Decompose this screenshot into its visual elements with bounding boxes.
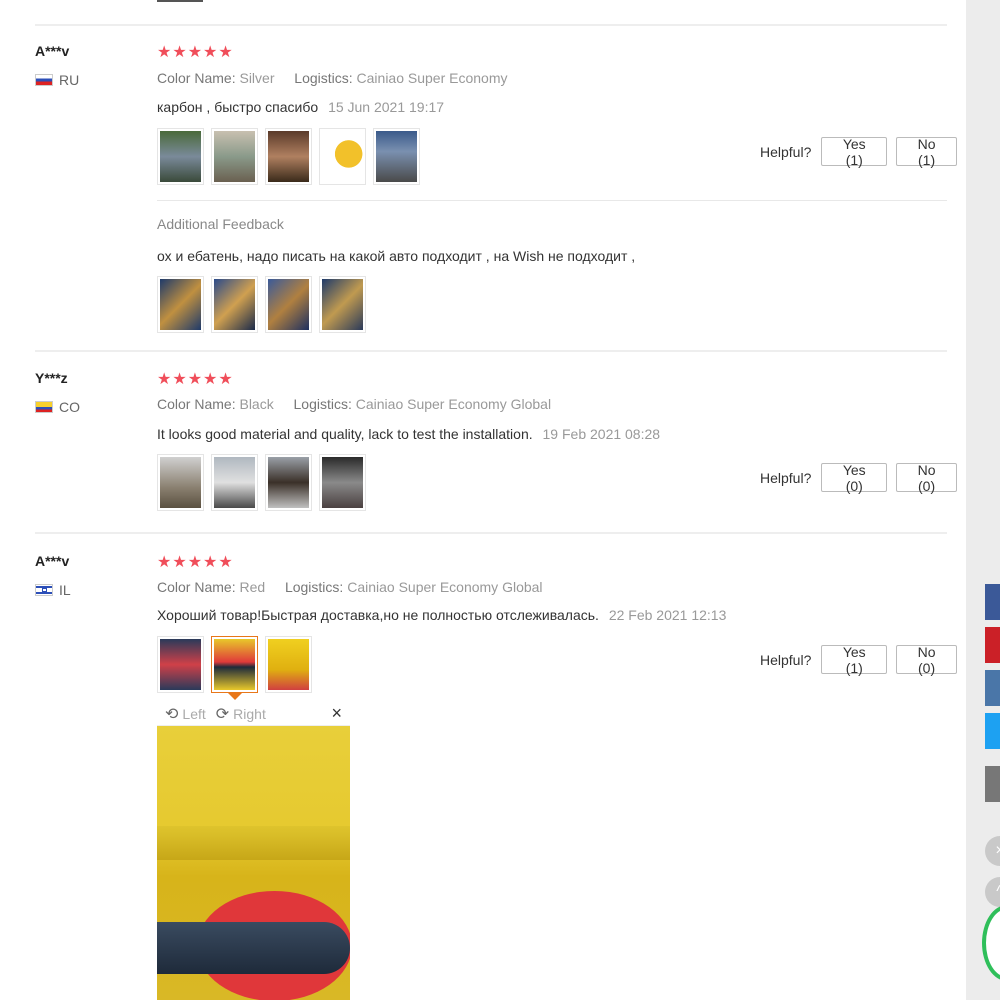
additional-feedback-text: ох и ебатень, надо писать на какой авто … bbox=[157, 248, 636, 264]
review-divider bbox=[35, 24, 947, 26]
reviewer-name: Y***z bbox=[35, 370, 68, 386]
color-name-value: Black bbox=[239, 396, 274, 412]
review-photos bbox=[157, 128, 420, 185]
image-viewer: ⟲ Left ⟳ Right × bbox=[157, 702, 350, 1000]
helpful-controls: Helpful? Yes (1) No (1) bbox=[760, 136, 966, 168]
additional-feedback-title: Additional Feedback bbox=[157, 216, 284, 232]
logistics-value: Cainiao Super Economy Global bbox=[355, 396, 552, 412]
logistics-label: Logistics: bbox=[293, 396, 352, 412]
rotate-left-label[interactable]: Left bbox=[182, 706, 205, 722]
review-text: It looks good material and quality, lack… bbox=[157, 426, 660, 442]
reviewer-country: CO bbox=[35, 399, 80, 415]
review-photo[interactable] bbox=[265, 128, 312, 185]
color-name-label: Color Name: bbox=[157, 70, 236, 86]
review-text: карбон , быстро спасибо 15 Jun 2021 19:1… bbox=[157, 99, 444, 115]
review-photos bbox=[157, 454, 366, 511]
helpful-yes-button[interactable]: Yes (1) bbox=[821, 136, 888, 168]
reviewer-name: A***v bbox=[35, 43, 70, 59]
review-meta: Color Name: Black Logistics: Cainiao Sup… bbox=[157, 396, 551, 412]
helpful-yes-button[interactable]: Yes (0) bbox=[821, 462, 888, 494]
helpful-label: Helpful? bbox=[760, 651, 812, 668]
previous-review-thumbnail[interactable] bbox=[157, 0, 203, 2]
rotate-right-icon[interactable]: ⟳ bbox=[216, 704, 229, 724]
country-code: IL bbox=[59, 582, 71, 598]
facebook-share-icon[interactable] bbox=[985, 584, 1000, 620]
share-icon[interactable] bbox=[985, 766, 1000, 802]
review-photo[interactable] bbox=[373, 128, 420, 185]
helpful-no-button[interactable]: No (1) bbox=[896, 136, 957, 168]
logistics-label: Logistics: bbox=[294, 70, 353, 86]
helpful-yes-button[interactable]: Yes (1) bbox=[821, 644, 888, 676]
helpful-controls: Helpful? Yes (1) No (0) bbox=[760, 644, 966, 676]
review-photo[interactable] bbox=[157, 128, 204, 185]
logistics-value: Cainiao Super Economy Global bbox=[347, 579, 543, 595]
review-photo[interactable] bbox=[157, 276, 204, 333]
star-rating: ★★★★★ bbox=[157, 371, 234, 388]
review-photo[interactable] bbox=[211, 128, 258, 185]
review-photo[interactable] bbox=[157, 454, 204, 511]
review-photo[interactable] bbox=[265, 454, 312, 511]
country-code: RU bbox=[59, 72, 80, 88]
rotate-left-icon[interactable]: ⟲ bbox=[165, 704, 178, 724]
review-photos bbox=[157, 636, 312, 700]
reviewer-name: A***v bbox=[35, 553, 70, 569]
review-date: 15 Jun 2021 19:17 bbox=[328, 99, 445, 115]
review-photo[interactable] bbox=[157, 636, 204, 693]
review-photo[interactable] bbox=[211, 454, 258, 511]
logistics-value: Cainiao Super Economy bbox=[356, 70, 508, 86]
review-meta: Color Name: Silver Logistics: Cainiao Su… bbox=[157, 70, 508, 86]
star-rating: ★★★★★ bbox=[157, 44, 234, 61]
color-name-value: Red bbox=[239, 579, 266, 595]
color-name-label: Color Name: bbox=[157, 396, 236, 412]
review-photo[interactable] bbox=[319, 454, 366, 511]
review-date: 22 Feb 2021 12:13 bbox=[608, 607, 727, 623]
feedback-divider bbox=[157, 200, 947, 201]
helpful-controls: Helpful? Yes (0) No (0) bbox=[760, 462, 966, 494]
review-body: It looks good material and quality, lack… bbox=[157, 426, 533, 442]
vk-share-icon[interactable] bbox=[985, 670, 1000, 706]
enlarged-photo[interactable] bbox=[157, 726, 350, 1000]
close-icon[interactable]: × bbox=[331, 703, 342, 724]
logistics-label: Logistics: bbox=[284, 579, 344, 595]
twitter-share-icon[interactable] bbox=[985, 713, 1000, 749]
review-photo-selected[interactable] bbox=[211, 636, 258, 700]
color-name-label: Color Name: bbox=[157, 579, 236, 595]
review-divider bbox=[35, 350, 947, 352]
review-meta: Color Name: Red Logistics: Cainiao Super… bbox=[157, 579, 543, 595]
pinterest-share-icon[interactable] bbox=[985, 627, 1000, 663]
review-divider bbox=[35, 532, 947, 534]
helpful-label: Helpful? bbox=[760, 143, 812, 160]
review-photo[interactable] bbox=[319, 276, 366, 333]
color-name-value: Silver bbox=[239, 70, 275, 86]
review-date: 19 Feb 2021 08:28 bbox=[542, 426, 661, 442]
colombia-flag-icon bbox=[35, 401, 53, 413]
helpful-no-button[interactable]: No (0) bbox=[896, 462, 957, 494]
review-photo[interactable] bbox=[265, 276, 312, 333]
helpful-label: Helpful? bbox=[760, 469, 812, 486]
review-photo[interactable] bbox=[211, 276, 258, 333]
helpful-no-button[interactable]: No (0) bbox=[896, 644, 957, 676]
reviews-panel: A***v RU ★★★★★ Color Name: Silver Logist… bbox=[0, 0, 966, 1000]
review-body: карбон , быстро спасибо bbox=[157, 99, 319, 115]
review-photo[interactable] bbox=[319, 128, 366, 185]
additional-photos bbox=[157, 276, 366, 333]
reviewer-country: IL bbox=[35, 582, 71, 598]
review-photo[interactable] bbox=[265, 636, 312, 693]
review-text: Хороший товар!Быстрая доставка,но не пол… bbox=[157, 607, 726, 623]
israel-flag-icon bbox=[35, 584, 53, 596]
country-code: CO bbox=[59, 399, 80, 415]
review-body: Хороший товар!Быстрая доставка,но не пол… bbox=[157, 607, 599, 623]
reviewer-country: RU bbox=[35, 72, 79, 88]
russia-flag-icon bbox=[35, 74, 53, 86]
viewer-toolbar: ⟲ Left ⟳ Right × bbox=[157, 702, 350, 726]
star-rating: ★★★★★ bbox=[157, 554, 234, 571]
rotate-right-label[interactable]: Right bbox=[233, 706, 266, 722]
